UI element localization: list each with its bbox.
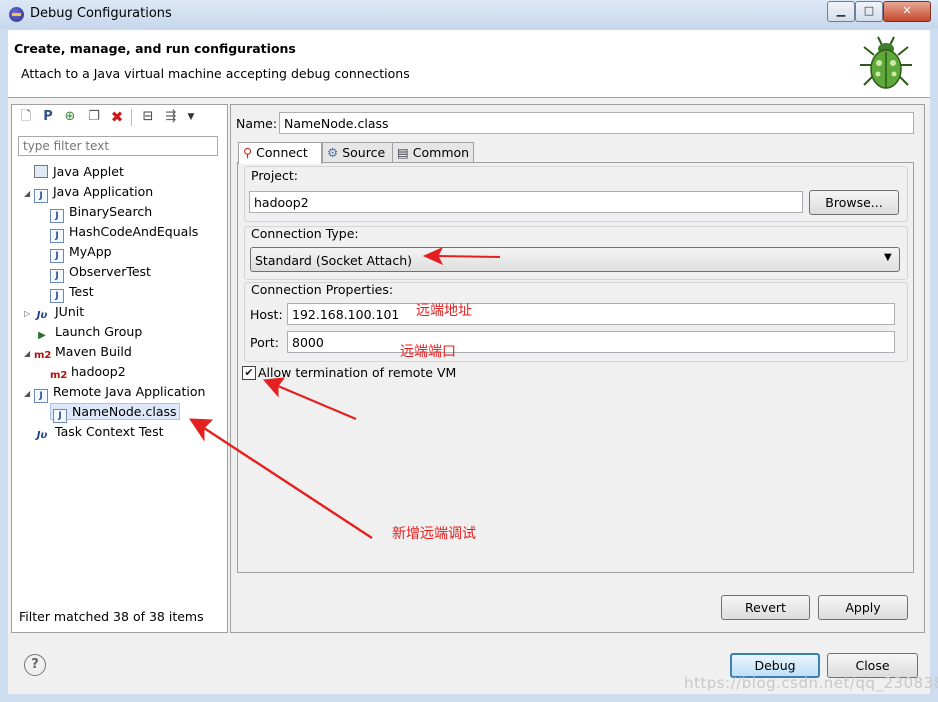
annotation-remote-port: 远端端口 xyxy=(400,344,456,360)
tab-connect[interactable]: ⚲ Connect xyxy=(238,142,322,164)
common-icon: ▤ xyxy=(397,145,409,160)
collapse-all-icon[interactable]: ⊟ xyxy=(140,109,156,125)
junit-icon: Jυ xyxy=(36,310,48,321)
filter-input[interactable] xyxy=(18,136,218,156)
tab-common[interactable]: ▤ Common xyxy=(392,142,474,163)
port-input[interactable]: 8000 xyxy=(287,331,895,353)
filter-status: Filter matched 38 of 38 items xyxy=(19,609,204,624)
remote-java-icon: J xyxy=(34,389,48,403)
connect-icon: ⚲ xyxy=(243,145,253,160)
project-label: Project: xyxy=(251,168,298,183)
connection-type-label: Connection Type: xyxy=(251,226,359,241)
task-context-icon: Jυ xyxy=(36,430,48,441)
allow-termination-checkbox[interactable]: ✔ xyxy=(242,366,256,380)
header-description: Attach to a Java virtual machine accepti… xyxy=(21,66,410,81)
tree-item-launch-group[interactable]: ▶ Launch Group xyxy=(24,322,205,342)
new-prototype-icon[interactable]: P xyxy=(40,109,56,125)
tree-item-java-applet[interactable]: Java Applet xyxy=(24,162,205,182)
expand-arrow-icon[interactable]: ◢ xyxy=(24,384,34,404)
tree-item-binarysearch[interactable]: J BinarySearch xyxy=(24,202,205,223)
watermark: https://blog.csdn.net/qq_23083802 xyxy=(684,674,938,692)
tree-item-java-application[interactable]: ◢ J Java Application xyxy=(24,182,205,204)
java-application-icon: J xyxy=(34,189,48,203)
launch-group-icon: ▶ xyxy=(38,330,46,341)
tree-item-test[interactable]: J Test xyxy=(24,282,205,303)
duplicate-icon[interactable]: ⊕ xyxy=(62,109,78,125)
project-input[interactable]: hadoop2 xyxy=(249,191,803,213)
delete-icon[interactable]: ✖ xyxy=(109,109,125,125)
allow-termination-label: Allow termination of remote VM xyxy=(258,365,457,380)
connection-type-select[interactable]: Standard (Socket Attach) xyxy=(250,247,900,272)
tree-item-hashcodeandequals[interactable]: J HashCodeAndEquals xyxy=(24,222,205,243)
java-class-icon: J xyxy=(50,209,64,223)
host-label: Host: xyxy=(250,307,283,322)
close-window-button[interactable]: ✕ xyxy=(883,1,931,22)
header-title: Create, manage, and run configurations xyxy=(14,41,296,56)
remote-java-icon: J xyxy=(53,409,67,423)
expand-arrow-icon[interactable]: ◢ xyxy=(24,344,34,364)
selected-item[interactable]: J NameNode.class xyxy=(50,403,180,423)
tree-item-hadoop2[interactable]: m2 hadoop2 xyxy=(24,362,205,382)
new-configuration-icon[interactable]: 🗋 xyxy=(18,109,34,125)
expand-arrow-icon[interactable]: ◢ xyxy=(24,184,34,204)
maven-icon: m2 xyxy=(50,370,68,381)
revert-button[interactable]: Revert xyxy=(721,595,810,620)
eclipse-app-icon xyxy=(9,7,24,22)
tree-item-observertest[interactable]: J ObserverTest xyxy=(24,262,205,283)
java-class-icon: J xyxy=(50,289,64,303)
applet-icon xyxy=(34,165,48,178)
tab-source[interactable]: ⚙ Source xyxy=(322,142,398,163)
apply-button[interactable]: Apply xyxy=(818,595,908,620)
tree-item-myapp[interactable]: J MyApp xyxy=(24,242,205,263)
help-icon[interactable]: ? xyxy=(24,654,46,676)
source-icon: ⚙ xyxy=(327,145,339,160)
annotation-remote-address: 远端地址 xyxy=(416,303,472,319)
browse-button[interactable]: Browse... xyxy=(809,190,899,215)
connection-properties-label: Connection Properties: xyxy=(251,282,394,297)
toolbar-separator xyxy=(131,109,132,126)
name-label: Name: xyxy=(236,116,278,131)
minimize-button[interactable]: ▁ xyxy=(827,1,855,22)
dropdown-arrow-icon[interactable]: ▼ xyxy=(183,109,199,125)
java-class-icon: J xyxy=(50,269,64,283)
window-title: Debug Configurations xyxy=(30,6,172,21)
maximize-button[interactable]: □ xyxy=(855,1,883,22)
debug-bug-icon xyxy=(860,36,912,89)
port-label: Port: xyxy=(250,335,279,350)
maven-icon: m2 xyxy=(34,350,52,361)
tree-item-junit[interactable]: ▷ Jυ JUnit xyxy=(24,302,205,322)
tree-item-task-context-test[interactable]: Jυ Task Context Test xyxy=(24,422,205,442)
annotation-new-remote-debug: 新增远端调试 xyxy=(392,526,476,542)
chevron-down-icon[interactable]: ▼ xyxy=(884,252,892,263)
filter-icon[interactable]: ⇶ xyxy=(163,109,179,125)
collapse-arrow-icon[interactable]: ▷ xyxy=(24,304,34,324)
java-class-icon: J xyxy=(50,229,64,243)
tree-item-namenode-class[interactable]: J NameNode.class xyxy=(24,402,205,423)
tree-item-remote-java-application[interactable]: ◢ J Remote Java Application xyxy=(24,382,205,404)
name-input[interactable]: NameNode.class xyxy=(279,112,914,134)
java-class-icon: J xyxy=(50,249,64,263)
configuration-tree: Java Applet ◢ J Java Application J BinarySe… xyxy=(24,162,205,442)
export-icon[interactable]: ❐ xyxy=(86,109,102,125)
host-input[interactable]: 192.168.100.101 xyxy=(287,303,895,325)
tree-item-maven-build[interactable]: ◢ m2 Maven Build xyxy=(24,342,205,362)
